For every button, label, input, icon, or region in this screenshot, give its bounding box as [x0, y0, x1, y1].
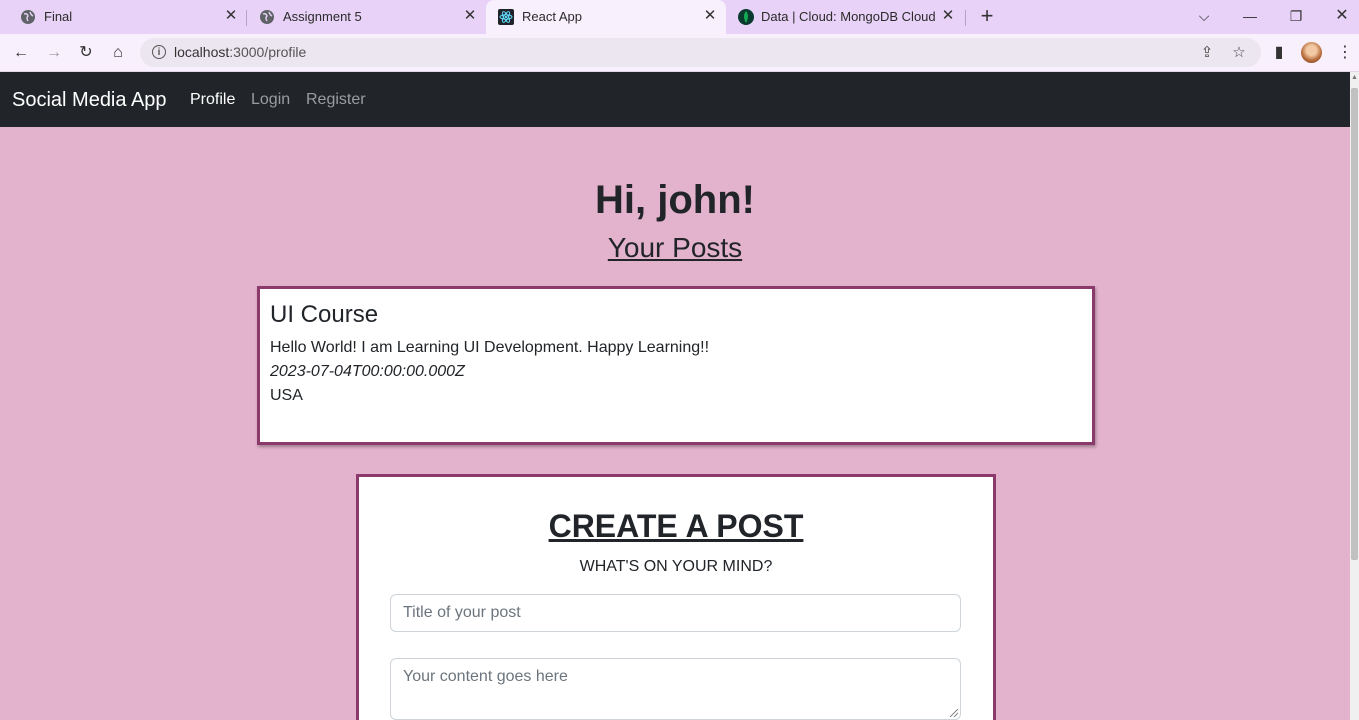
menu-kebab-icon[interactable]: ⋮ [1334, 42, 1356, 64]
posts-heading: Your Posts [0, 232, 1350, 264]
close-tab-icon[interactable]: ✕ [702, 8, 718, 24]
tab-assignment-5[interactable]: Assignment 5 ✕ [239, 0, 485, 34]
post-content-placeholder: Your content goes here [403, 668, 568, 685]
nav-link-profile[interactable]: Profile [190, 91, 235, 109]
close-tab-icon[interactable]: ✕ [940, 8, 956, 24]
globe-icon [21, 10, 35, 24]
restore-icon[interactable]: ❐ [1285, 6, 1307, 28]
new-tab-button[interactable]: + [976, 5, 998, 28]
posts-heading-text: Your Posts [607, 232, 743, 263]
tab-title: Final [44, 9, 73, 24]
tab-mongodb-cloud[interactable]: Data | Cloud: MongoDB Cloud ✕ [726, 0, 966, 34]
tab-title: Assignment 5 [283, 9, 362, 24]
tab-final[interactable]: Final ✕ [0, 0, 246, 34]
url-text[interactable]: localhost:3000/profile [174, 44, 306, 60]
close-tab-icon[interactable]: ✕ [223, 8, 239, 24]
scroll-up-arrow-icon[interactable]: ▲ [1351, 74, 1358, 81]
mongodb-leaf-icon [738, 9, 754, 25]
address-bar[interactable]: i localhost:3000/profile ⇪ ☆ [140, 38, 1261, 67]
url-host: localhost [174, 44, 230, 60]
tab-search-chevron-icon[interactable]: ⌵ [1193, 6, 1215, 28]
nav-link-login[interactable]: Login [251, 91, 290, 109]
profile-avatar[interactable] [1301, 42, 1322, 63]
greeting-heading: Hi, john! [595, 178, 755, 222]
tab-react-app[interactable]: React App ✕ [486, 0, 726, 34]
tab-divider [965, 10, 966, 26]
close-tab-icon[interactable]: ✕ [462, 8, 478, 24]
create-post-heading-text: CREATE A POST [548, 508, 804, 544]
create-post-heading: CREATE A POST [359, 508, 993, 545]
page-scrollbar[interactable]: ▲ [1350, 72, 1359, 720]
post-card: UI Course Hello World! I am Learning UI … [257, 286, 1095, 445]
url-path: :3000/profile [229, 44, 307, 60]
forward-icon[interactable]: → [43, 42, 65, 64]
page-viewport: Social Media App Profile Login Register … [0, 72, 1350, 720]
post-date: 2023-07-04T00:00:00.000Z [270, 363, 465, 380]
browser-toolbar: ← → ↻ ⌂ i localhost:3000/profile ⇪ ☆ ▮ ⋮ [0, 34, 1359, 72]
bookmark-star-icon[interactable]: ☆ [1230, 44, 1248, 62]
react-icon [498, 9, 514, 25]
reload-icon[interactable]: ↻ [75, 42, 97, 64]
post-location: USA [270, 387, 303, 404]
minimize-icon[interactable]: — [1239, 6, 1261, 28]
tab-title: Data | Cloud: MongoDB Cloud [761, 9, 936, 24]
browser-tab-strip: Final ✕ Assignment 5 ✕ React App ✕ Data … [0, 0, 1359, 34]
resize-handle-icon[interactable] [950, 709, 958, 717]
app-navbar: Social Media App Profile Login Register [0, 72, 1350, 127]
create-post-form: CREATE A POST WHAT'S ON YOUR MIND? Title… [356, 474, 996, 720]
globe-icon [260, 10, 274, 24]
side-panel-icon[interactable]: ▮ [1268, 42, 1290, 64]
post-content: Hello World! I am Learning UI Developmen… [270, 339, 710, 356]
navbar-brand[interactable]: Social Media App [12, 89, 167, 112]
post-title-input[interactable]: Title of your post [390, 594, 961, 632]
nav-link-register[interactable]: Register [306, 91, 366, 109]
tab-title: React App [522, 9, 582, 24]
close-window-icon[interactable]: ✕ [1331, 6, 1353, 28]
site-info-icon[interactable]: i [152, 45, 166, 59]
create-post-subheading: WHAT'S ON YOUR MIND? [579, 558, 773, 575]
back-icon[interactable]: ← [10, 42, 32, 64]
share-icon[interactable]: ⇪ [1198, 44, 1216, 62]
home-icon[interactable]: ⌂ [107, 42, 129, 64]
scrollbar-thumb[interactable] [1351, 88, 1358, 560]
post-content-textarea[interactable]: Your content goes here [390, 658, 961, 720]
post-title: UI Course [270, 301, 379, 328]
